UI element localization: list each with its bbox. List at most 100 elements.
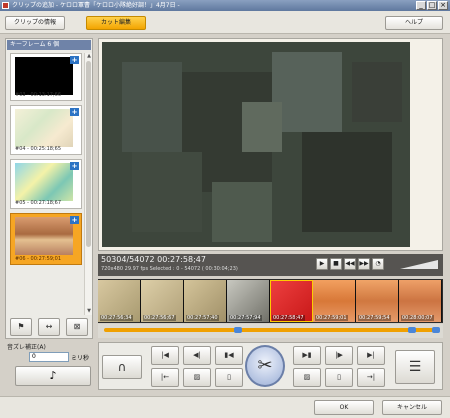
video-preview[interactable] — [102, 42, 410, 247]
next-keyframe-button[interactable]: ▶| — [357, 346, 385, 365]
add-icon[interactable]: + — [70, 216, 79, 224]
prev-keyframe-button[interactable]: |◀ — [151, 346, 179, 365]
split-button[interactable]: ↔ — [38, 318, 60, 336]
timeline-frame[interactable]: 00:27:59;54 — [356, 280, 399, 322]
select-end-button[interactable]: ▯ — [325, 368, 353, 387]
scroll-thumb[interactable] — [86, 61, 91, 247]
mark-out-button[interactable]: ▶▮ — [293, 346, 321, 365]
trim-start-icon: ▯ — [227, 373, 231, 381]
flag-icon: ⚑ — [17, 322, 25, 331]
trim-start-button[interactable]: ▯ — [215, 368, 243, 387]
dialog-footer: OK キャンセル — [0, 396, 450, 418]
rewind-button[interactable]: ◀◀ — [344, 258, 356, 270]
title-bar: クリップの追加 - ケロロ軍曹「ケロロ小隊絶好調！」4月7日 - _ □ × — [0, 0, 450, 11]
mark-out-icon: ▶▮ — [302, 351, 312, 359]
timeline-frame-time: 00:27:56;67 — [143, 315, 176, 321]
keyframe-item[interactable]: + #03 - 00:13:17;66 — [10, 53, 82, 101]
tab-cut-edit[interactable]: カット編集 — [86, 16, 146, 30]
add-icon[interactable]: + — [70, 162, 79, 170]
trim-end-button[interactable]: ▨ — [293, 368, 321, 387]
select-end-icon: ▯ — [337, 373, 341, 381]
audio-sync-input[interactable]: 0 — [29, 352, 69, 362]
fast-forward-icon: ▶▶ — [359, 260, 369, 267]
keyframe-label: #06 - 00:27:59;01 — [15, 256, 62, 262]
trim-end-icon: ▨ — [303, 373, 311, 381]
timeline-frame[interactable]: 00:27:57;94 — [227, 280, 270, 322]
timeline-frame[interactable]: 00:27:59;01 — [313, 280, 356, 322]
split-icon: ↔ — [45, 322, 53, 331]
step-back-button[interactable]: ◀| — [183, 346, 211, 365]
cut-button[interactable]: ✂ — [245, 345, 285, 387]
minimize-icon[interactable]: _ — [416, 1, 426, 10]
video-info: 720x480 29.97 fps Selected : 0 - 54072 (… — [101, 266, 238, 272]
timeline-frame-current[interactable]: 00:27:58;47 — [270, 280, 313, 322]
step-forward-icon: |▶ — [335, 351, 343, 359]
mark-in-icon: ▮◀ — [224, 351, 234, 359]
cancel-button[interactable]: キャンセル — [382, 400, 442, 415]
timeline-frame-time: 00:27:57;40 — [186, 315, 219, 321]
music-note-icon: ♪ — [49, 369, 57, 382]
keyframe-marker[interactable] — [234, 327, 242, 333]
close-icon[interactable]: × — [438, 1, 448, 10]
keyframe-item[interactable]: + #05 - 00:27:18;67 — [10, 159, 82, 209]
help-button[interactable]: ヘルプ — [385, 16, 443, 30]
keyframe-label: #03 - 00:13:17;66 — [15, 92, 62, 98]
keyframe-marker[interactable] — [432, 327, 440, 333]
play-button[interactable]: ▶ — [316, 258, 328, 270]
delete-icon: ⊠ — [73, 322, 81, 331]
keyframe-scrollbar[interactable]: ▲ ▼ — [84, 53, 92, 315]
keyframe-label: #05 - 00:27:18;67 — [15, 200, 62, 206]
timeline-frame-time: 00:28:00;07 — [401, 315, 434, 321]
go-start-icon: |← — [160, 373, 170, 381]
scroll-down-icon[interactable]: ▼ — [85, 308, 93, 315]
stop-button[interactable]: ■ — [330, 258, 342, 270]
ok-button[interactable]: OK — [314, 400, 374, 415]
next-keyframe-icon: ▶| — [367, 351, 375, 359]
keyframe-label: #04 - 00:25:18;65 — [15, 146, 62, 152]
keyframe-thumbnail — [15, 57, 73, 95]
keyframe-item-selected[interactable]: + #06 - 00:27:59;01 — [10, 213, 82, 265]
current-time: 50304/54072 00:27:58;47 — [101, 255, 206, 264]
timeline-frame[interactable]: 00:27:57;40 — [184, 280, 227, 322]
add-icon[interactable]: + — [70, 108, 79, 116]
prev-keyframe-icon: |◀ — [161, 351, 169, 359]
volume-button[interactable]: ◔ — [372, 258, 384, 270]
keyframe-marker[interactable] — [408, 327, 416, 333]
rewind-icon: ◀◀ — [345, 260, 355, 267]
go-end-button[interactable]: →| — [357, 368, 385, 387]
timeline-frame-time: 00:27:56;34 — [100, 315, 133, 321]
timeline-frame-time: 00:27:59;54 — [358, 315, 391, 321]
add-icon[interactable]: + — [70, 56, 79, 64]
timeline-frame[interactable]: 00:27:56;34 — [98, 280, 141, 322]
timeline-frame-time: 00:27:57;94 — [229, 315, 262, 321]
keyframe-list[interactable]: + #03 - 00:13:17;66 + #04 - 00:25:18;65 … — [10, 53, 82, 315]
fast-forward-button[interactable]: ▶▶ — [358, 258, 370, 270]
timeline-frame[interactable]: 00:28:00;07 — [399, 280, 442, 322]
delete-button[interactable]: ⊠ — [66, 318, 88, 336]
toolbar: クリップの情報 カット編集 ヘルプ — [0, 11, 450, 34]
select-start-button[interactable]: ▨ — [183, 368, 211, 387]
maximize-icon[interactable]: □ — [427, 1, 437, 10]
keyframe-item[interactable]: + #04 - 00:25:18;65 — [10, 105, 82, 155]
range-slider[interactable] — [98, 324, 443, 338]
volume-slider[interactable] — [400, 260, 438, 269]
timeline-frame[interactable]: 00:27:56;67 — [141, 280, 184, 322]
keyframe-tools: ⚑ ↔ ⊠ — [10, 318, 90, 336]
scroll-up-icon[interactable]: ▲ — [85, 53, 93, 60]
step-forward-button[interactable]: |▶ — [325, 346, 353, 365]
mark-in-button[interactable]: ▮◀ — [215, 346, 243, 365]
undo-button[interactable]: ∩ — [102, 355, 142, 379]
keyframe-header: キーフレーム 6 個 — [7, 40, 91, 50]
keyframe-thumbnail — [15, 109, 73, 147]
chapter-list-button[interactable]: ☰ — [395, 350, 435, 384]
audio-preview-button[interactable]: ♪ — [15, 366, 91, 386]
speaker-icon: ◔ — [375, 260, 381, 267]
timeline-strip[interactable]: 00:27:56;34 00:27:56;67 00:27:57;40 00:2… — [98, 279, 443, 323]
go-start-button[interactable]: |← — [151, 368, 179, 387]
window-title: クリップの追加 - ケロロ軍曹「ケロロ小隊絶好調！」4月7日 - — [12, 2, 180, 9]
flag-button[interactable]: ⚑ — [10, 318, 32, 336]
tab-clip-info[interactable]: クリップの情報 — [5, 16, 65, 30]
status-bar: 50304/54072 00:27:58;47 720x480 29.97 fp… — [98, 254, 443, 276]
play-icon: ▶ — [319, 260, 325, 267]
keyframe-thumbnail — [15, 217, 73, 255]
